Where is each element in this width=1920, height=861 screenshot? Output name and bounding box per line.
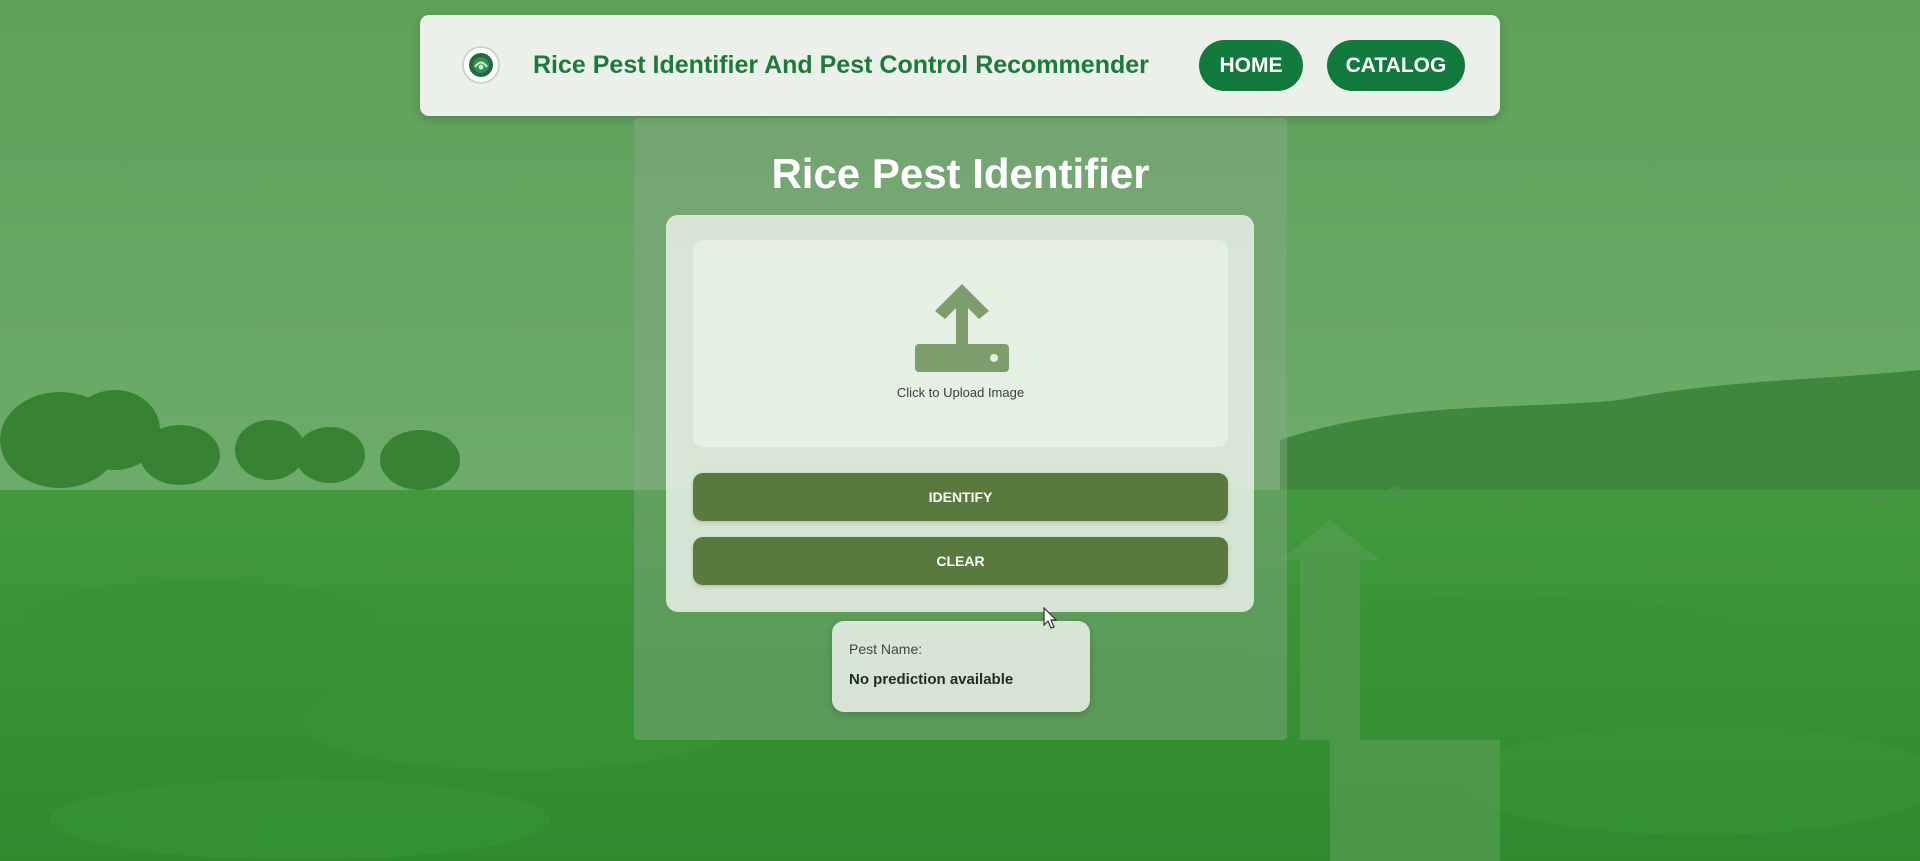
top-navbar: Rice Pest Identifier And Pest Control Re…: [420, 15, 1500, 116]
upload-panel: Click to Upload Image IDENTIFY CLEAR: [666, 215, 1254, 612]
image-upload-dropzone[interactable]: Click to Upload Image: [693, 240, 1228, 447]
identify-button[interactable]: IDENTIFY: [693, 473, 1228, 521]
home-button[interactable]: HOME: [1199, 40, 1303, 91]
clear-button[interactable]: CLEAR: [693, 537, 1228, 585]
mouse-pointer-icon: [1043, 607, 1058, 629]
app-title: Rice Pest Identifier And Pest Control Re…: [533, 51, 1149, 79]
catalog-button[interactable]: CATALOG: [1327, 40, 1465, 91]
prediction-result-box: Pest Name: No prediction available: [832, 621, 1090, 712]
page-title: Rice Pest Identifier: [771, 150, 1150, 197]
upload-icon: [915, 284, 1009, 372]
pest-name-label: Pest Name:: [849, 641, 923, 657]
identifier-card: Rice Pest Identifier Click to Upload Ima…: [634, 118, 1287, 740]
rice-pest-logo-icon[interactable]: [462, 46, 500, 84]
upload-label: Click to Upload Image: [896, 385, 1025, 400]
pest-name-value: No prediction available: [849, 671, 1014, 688]
